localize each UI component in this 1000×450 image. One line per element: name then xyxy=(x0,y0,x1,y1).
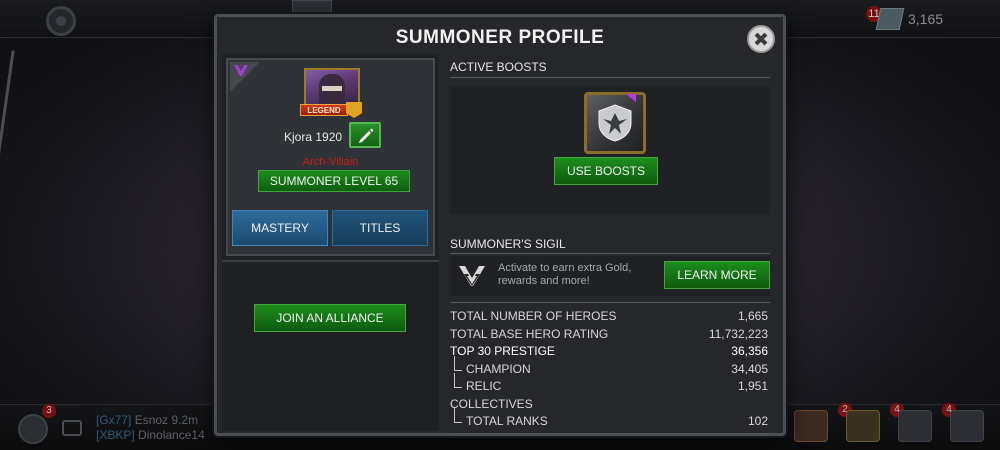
stat-label: RELIC xyxy=(466,379,502,393)
profile-column: LEGEND Kjora 1920 Arch-Villain SUMMONER … xyxy=(222,54,439,431)
stat-row: CHAMPION 34,405 xyxy=(450,355,768,379)
background-decoration xyxy=(0,50,15,160)
stat-label: COLLECTIVES xyxy=(450,396,533,411)
divider xyxy=(450,253,770,254)
summoner-name: Kjora 1920 xyxy=(284,130,343,144)
modal-title: SUMMONER PROFILE xyxy=(395,27,605,48)
boost-slot[interactable] xyxy=(584,92,646,154)
legend-badge: LEGEND xyxy=(300,104,348,116)
join-alliance-button[interactable]: JOIN AN ALLIANCE xyxy=(254,304,406,332)
stat-label: TOTAL NUMBER OF HEROES xyxy=(450,309,617,323)
chat-line: [XBKP] Dinolance14 xyxy=(96,428,205,442)
divider xyxy=(450,432,768,434)
pencil-icon xyxy=(359,128,374,143)
units-icon[interactable] xyxy=(875,8,905,30)
boosts-panel xyxy=(450,86,770,214)
divider xyxy=(222,260,439,262)
stat-row: RELIC 1,951 xyxy=(450,373,768,396)
alignment-label: Arch-Villain xyxy=(302,156,359,168)
chat-line: [Gx77] Esnoz 9.2m xyxy=(96,413,198,427)
chat-badge: 3 xyxy=(42,404,56,418)
settings-gear-icon[interactable] xyxy=(46,6,76,36)
profile-card: LEGEND Kjora 1920 Arch-Villain SUMMONER … xyxy=(226,58,435,256)
stat-value: 11,732,223 xyxy=(708,326,768,341)
chat-tag: [XBKP] xyxy=(96,428,135,442)
chat-name: Esnoz xyxy=(134,413,169,427)
tab-mastery[interactable]: MASTERY xyxy=(232,210,328,246)
active-boosts-heading: ACTIVE BOOSTS xyxy=(450,60,547,74)
chat-bubble-icon[interactable] xyxy=(62,420,82,436)
stat-row: TOTAL BASE HERO RATING 11,732,223 xyxy=(450,326,768,344)
summoner-level: SUMMONER LEVEL 65 xyxy=(258,170,410,192)
stat-value: 36,356 xyxy=(731,344,768,358)
alliance-chat-icon[interactable] xyxy=(18,414,48,444)
crystal-icon[interactable] xyxy=(794,410,828,442)
stat-label: TOP 30 PRESTIGE xyxy=(450,344,555,358)
stat-value: 1,665 xyxy=(737,309,768,323)
tab-titles[interactable]: TITLES xyxy=(332,210,428,246)
sigil-emblem-icon xyxy=(459,266,485,286)
store-icon[interactable] xyxy=(898,410,932,442)
summoners-sigil-heading: SUMMONER'S SIGIL xyxy=(450,237,566,251)
sigil-description: Activate to earn extra Gold, rewards and… xyxy=(498,262,632,287)
stat-label: TOTAL BASE HERO RATING xyxy=(450,326,609,341)
stat-row: TOP 30 PRESTIGE 36,356 xyxy=(450,343,768,361)
close-button[interactable] xyxy=(747,25,775,53)
divider xyxy=(450,302,770,303)
stat-value: 34,405 xyxy=(731,361,768,376)
stat-row: TOTAL RANKS 102 xyxy=(450,408,768,431)
chat-name: Dinolance14 xyxy=(138,428,205,442)
stats-list: TOTAL NUMBER OF HEROES 1,665 TOTAL BASE … xyxy=(450,308,768,434)
tree-connector xyxy=(454,408,462,423)
stat-row: TOTAL NUMBER OF HEROES 1,665 xyxy=(450,308,768,326)
inventory-icon[interactable] xyxy=(846,410,880,442)
rank-chevron-icon xyxy=(346,102,362,118)
boost-icon xyxy=(598,104,632,142)
details-column: ACTIVE BOOSTS USE BOOSTS SUMMONER'S SIGI… xyxy=(444,54,776,434)
sigil-panel: Activate to earn extra Gold, rewards and… xyxy=(450,256,770,296)
stat-label: CHAMPION xyxy=(466,361,531,376)
stat-label: TOTAL RANKS xyxy=(466,414,548,428)
chat-tag: [Gx77] xyxy=(96,413,132,427)
sigil-icon xyxy=(233,63,249,77)
chat-text: 9.2m xyxy=(171,413,199,427)
tree-connector xyxy=(454,373,462,388)
use-boosts-button[interactable]: USE BOOSTS xyxy=(554,157,658,185)
tree-connector xyxy=(454,355,462,371)
stat-value: 1,951 xyxy=(737,379,768,393)
stat-row: COLLECTIVES xyxy=(450,396,768,414)
edit-name-button[interactable] xyxy=(349,122,381,148)
divider xyxy=(450,77,770,78)
stat-value: 102 xyxy=(747,414,768,428)
summoner-profile-modal: SUMMONER PROFILE LEGEND Kjora 1920 Arch-… xyxy=(214,14,786,436)
learn-more-button[interactable]: LEARN MORE xyxy=(664,261,770,289)
units-count: 3,165 xyxy=(908,11,944,27)
mail-icon[interactable] xyxy=(950,410,984,442)
